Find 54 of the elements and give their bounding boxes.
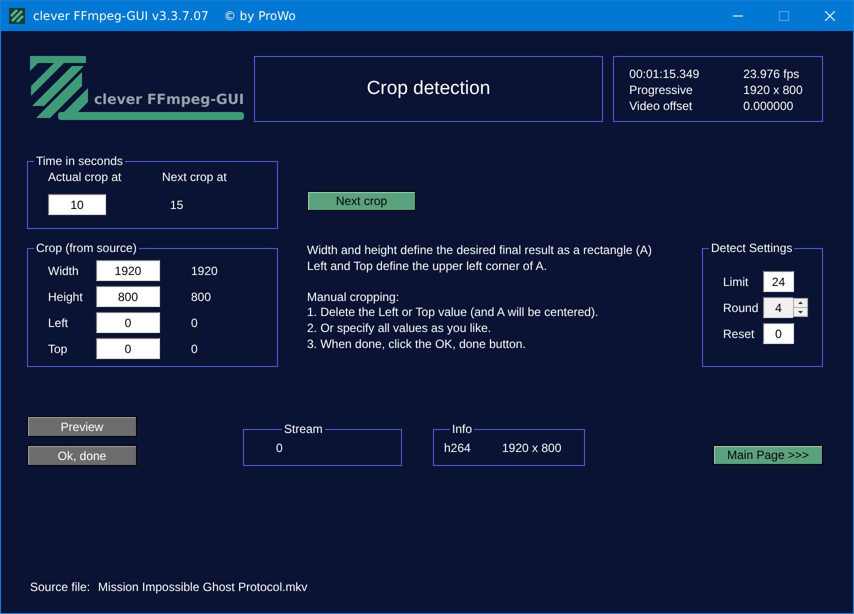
group-title: Info <box>451 422 474 436</box>
next-crop-button[interactable]: Next crop <box>307 191 416 211</box>
source-file-name: Mission Impossible Ghost Protocol.mkv <box>98 580 308 594</box>
page-title: Crop detection <box>366 78 490 100</box>
input-field[interactable]: 0 <box>96 312 160 333</box>
instruction-text: 2. Or specify all values as you like. <box>307 320 492 337</box>
codec-value: h264 <box>444 441 472 455</box>
info-value: 23.976 fps <box>743 66 800 82</box>
info-value: 1920 x 800 <box>743 82 804 98</box>
source-value: 800 <box>191 290 212 304</box>
window-title: clever FFmpeg-GUI v3.3.7.07 © by ProWo <box>33 9 296 23</box>
ok-button[interactable]: Ok, done <box>27 445 137 466</box>
instruction-text: Width and height define the desired final result as a rectangle (A) <box>307 243 653 259</box>
input-field[interactable]: 10 <box>48 194 106 215</box>
preview-button[interactable]: Preview <box>27 416 137 437</box>
stream-value: 0 <box>276 441 283 455</box>
field-label: Width <box>48 264 80 278</box>
input-field[interactable]: 24 <box>763 271 794 292</box>
group-title: Time in seconds <box>35 154 124 168</box>
source-value: 0 <box>191 316 199 330</box>
spin-arrows-icon[interactable] <box>793 297 808 318</box>
group-title: Detect Settings <box>710 241 794 255</box>
group-title: Stream <box>283 422 324 436</box>
info-label: 00:01:15.349 <box>629 66 700 82</box>
info-label: Progressive <box>629 82 694 98</box>
main-page-button[interactable]: Main Page >>> <box>713 445 823 465</box>
next-crop-value: 15 <box>169 198 184 212</box>
source-file-label: Source file: <box>30 580 90 594</box>
input-field[interactable]: 1920 <box>96 260 160 281</box>
input-field[interactable]: 0 <box>763 323 794 344</box>
spin-field[interactable]: 4 <box>763 297 793 318</box>
resolution-value: 1920 x 800 <box>502 441 562 455</box>
field-label: Left <box>48 316 70 330</box>
input-field[interactable]: 800 <box>96 286 160 307</box>
field-label: Reset <box>723 326 756 340</box>
field-label: Actual crop at <box>48 170 122 184</box>
field-label: Height <box>48 290 84 304</box>
instruction-text: 3. When done, click the OK, done button. <box>307 336 527 352</box>
instruction-text: Left and Top define the upper left corner of A. <box>307 258 548 274</box>
instruction-text: 1. Delete the Left or Top value (and A will be centered). <box>307 305 600 321</box>
info-label: Video offset <box>629 98 694 114</box>
source-value: 1920 <box>191 264 219 278</box>
app-icon <box>9 8 25 24</box>
field-label: Next crop at <box>162 170 228 184</box>
field-label: Limit <box>723 274 750 288</box>
source-value: 0 <box>191 342 199 356</box>
close-icon[interactable] <box>825 11 835 21</box>
input-field[interactable]: 0 <box>96 338 160 359</box>
logo-text: clever FFmpeg-GUI <box>94 92 244 108</box>
field-label: Round <box>723 300 760 314</box>
field-label: Top <box>48 342 68 356</box>
info-value: 0.000000 <box>743 98 794 114</box>
group-title: Crop (from source) <box>35 241 138 255</box>
instruction-text: Manual cropping: <box>307 290 400 306</box>
